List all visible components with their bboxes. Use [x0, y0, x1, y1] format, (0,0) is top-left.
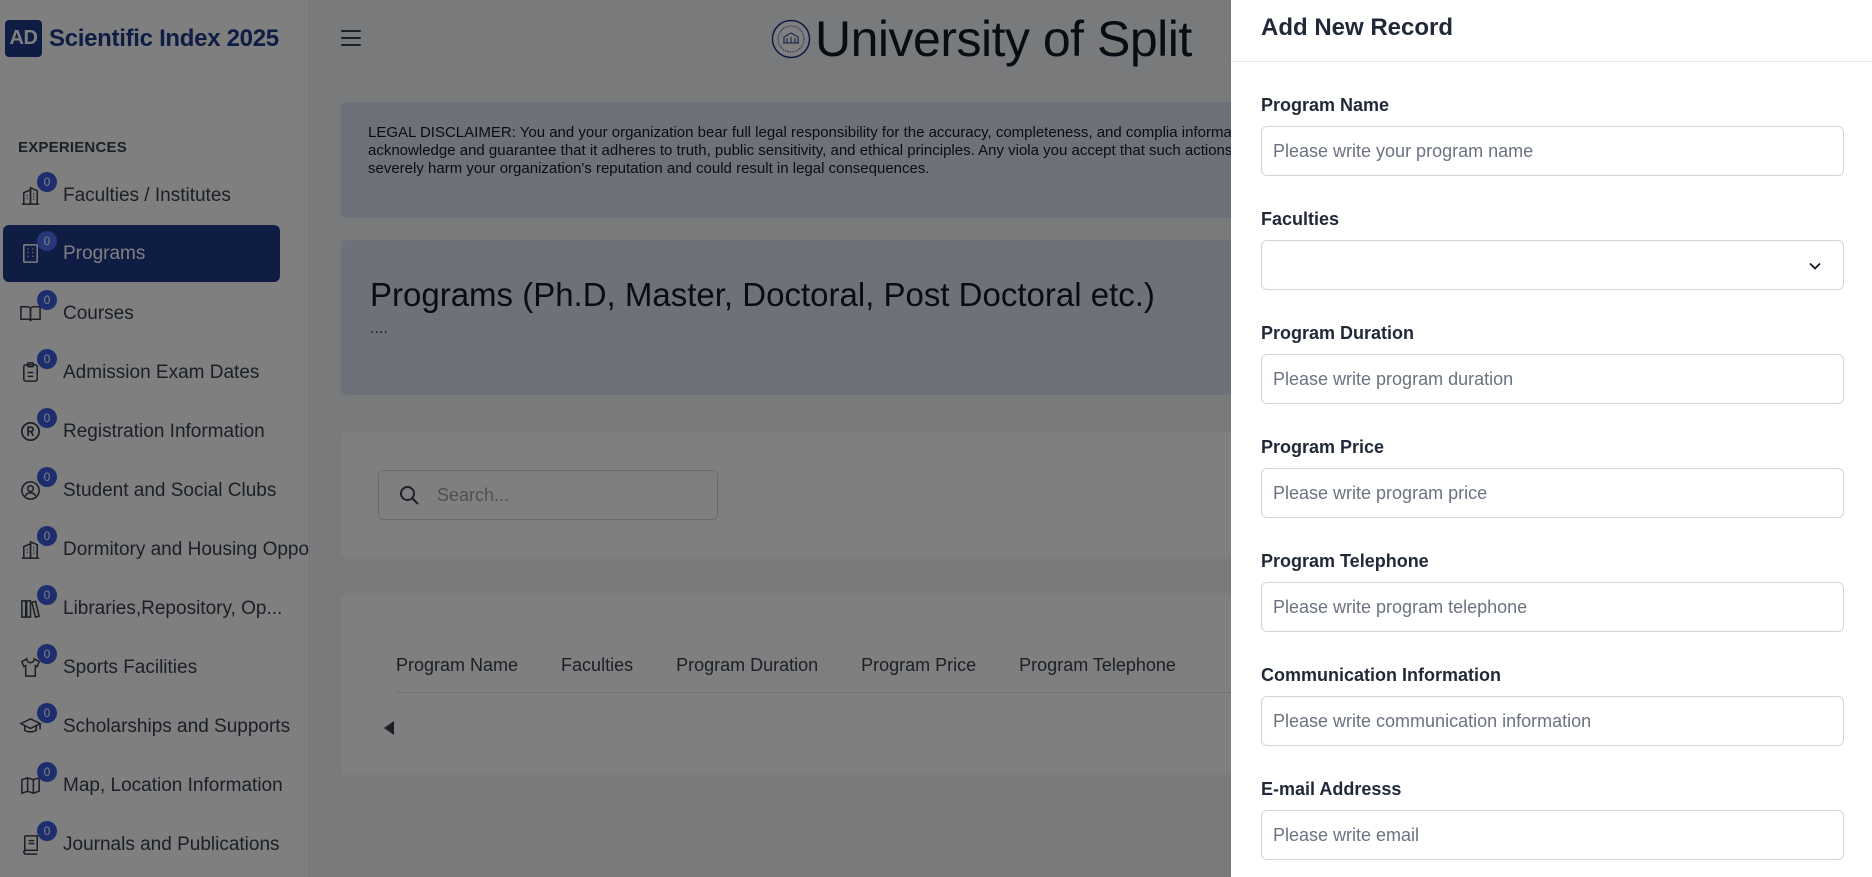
communication-information-label: Communication Information [1261, 665, 1501, 685]
program-name-input[interactable] [1261, 126, 1844, 176]
program-telephone-input[interactable] [1261, 582, 1844, 632]
faculties-select[interactable] [1261, 240, 1844, 290]
add-record-drawer: Add New Record Program Name Faculties Pr… [1231, 0, 1872, 877]
email-label: E-mail Addresss [1261, 779, 1402, 799]
faculties-label: Faculties [1261, 209, 1340, 229]
program-price-label: Program Price [1261, 437, 1385, 457]
modal-backdrop[interactable] [0, 0, 1231, 877]
program-duration-input[interactable] [1261, 354, 1844, 404]
chevron-down-icon [1809, 262, 1821, 270]
add-record-form: Program Name Faculties Program Duration … [1231, 95, 1872, 860]
program-price-input[interactable] [1261, 468, 1844, 518]
program-duration-label: Program Duration [1261, 323, 1415, 343]
drawer-header: Add New Record [1231, 0, 1872, 62]
email-input[interactable] [1261, 810, 1844, 860]
communication-information-input[interactable] [1261, 696, 1844, 746]
program-telephone-label: Program Telephone [1261, 551, 1429, 571]
program-name-label: Program Name [1261, 95, 1390, 115]
drawer-title: Add New Record [1261, 14, 1454, 41]
